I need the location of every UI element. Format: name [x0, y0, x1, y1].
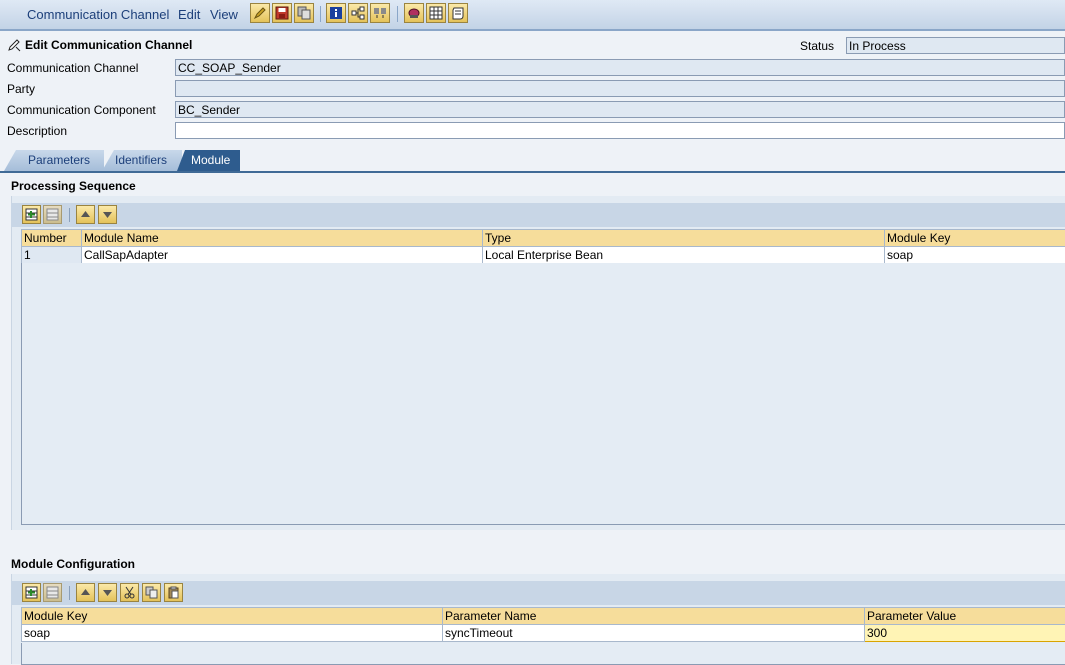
compare-icon[interactable] [370, 3, 390, 23]
column-header-number[interactable]: Number [22, 230, 82, 247]
delete-row-icon[interactable] [43, 205, 62, 224]
where-used-icon[interactable] [348, 3, 368, 23]
history-icon[interactable] [426, 3, 446, 23]
menu-edit[interactable]: Edit [178, 7, 200, 22]
module-configuration-title: Module Configuration [11, 557, 135, 571]
move-up-icon[interactable] [76, 583, 95, 602]
form-title-text: Edit Communication Channel [25, 38, 192, 52]
processing-sequence-title: Processing Sequence [11, 179, 136, 193]
insert-row-icon[interactable] [22, 205, 41, 224]
table-header-row: Number Module Name Type Module Key [22, 230, 1065, 247]
cell-module-key[interactable]: soap [22, 625, 443, 642]
column-header-type[interactable]: Type [483, 230, 885, 247]
cell-number[interactable]: 1 [22, 247, 82, 264]
table-row[interactable]: soap syncTimeout 300 [22, 625, 1065, 642]
save-icon[interactable] [272, 3, 292, 23]
column-header-module-key[interactable]: Module Key [885, 230, 1065, 247]
info-icon[interactable] [326, 3, 346, 23]
communication-channel-label: Communication Channel [7, 61, 138, 75]
communication-component-field: BC_Sender [175, 101, 1065, 118]
config-table-empty-area [21, 643, 1065, 665]
column-header-module-name[interactable]: Module Name [82, 230, 483, 247]
table-header-row: Module Key Parameter Name Parameter Valu… [22, 608, 1065, 625]
copy-icon[interactable] [142, 583, 161, 602]
cell-parameter-name[interactable]: syncTimeout [443, 625, 865, 642]
edit-pencil-icon [7, 38, 21, 52]
toolbar-separator [69, 586, 70, 600]
menu-bar: Communication Channel Edit View [0, 0, 1065, 31]
move-up-icon[interactable] [76, 205, 95, 224]
config-toolbar [11, 581, 1065, 605]
party-field [175, 80, 1065, 97]
tab-bar: Parameters Identifiers Module [0, 150, 1065, 173]
description-input[interactable] [175, 122, 1065, 139]
party-label: Party [7, 82, 35, 96]
processing-sequence-table: Number Module Name Type Module Key 1 Cal… [21, 229, 1065, 264]
menu-communication-channel[interactable]: Communication Channel [27, 7, 169, 22]
tab-parameters[interactable]: Parameters [4, 150, 104, 171]
toolbar-separator [320, 6, 321, 22]
cell-type[interactable]: Local Enterprise Bean [483, 247, 885, 264]
description-label: Description [7, 124, 67, 138]
log-icon[interactable] [448, 3, 468, 23]
processing-toolbar [11, 203, 1065, 227]
edit-icon[interactable] [250, 3, 270, 23]
status-field: In Process [846, 37, 1065, 54]
cell-module-key[interactable]: soap [885, 247, 1065, 264]
delete-icon[interactable] [404, 3, 424, 23]
cut-icon[interactable] [120, 583, 139, 602]
cell-module-name[interactable]: CallSapAdapter [82, 247, 483, 264]
toolbar-separator [397, 6, 398, 22]
module-configuration-table: Module Key Parameter Name Parameter Valu… [21, 607, 1065, 642]
move-down-icon[interactable] [98, 583, 117, 602]
status-label: Status [800, 39, 834, 53]
table-row[interactable]: 1 CallSapAdapter Local Enterprise Bean s… [22, 247, 1065, 264]
column-header-parameter-value[interactable]: Parameter Value [865, 608, 1065, 625]
paste-icon[interactable] [164, 583, 183, 602]
tab-identifiers[interactable]: Identifiers [102, 150, 182, 171]
menu-view[interactable]: View [210, 7, 238, 22]
insert-row-icon[interactable] [22, 583, 41, 602]
communication-component-label: Communication Component [7, 103, 156, 117]
parameter-value-input[interactable]: 300 [865, 625, 1065, 642]
tab-module[interactable]: Module [177, 150, 240, 171]
communication-channel-field: CC_SOAP_Sender [175, 59, 1065, 76]
processing-table-empty-area [21, 263, 1065, 525]
move-down-icon[interactable] [98, 205, 117, 224]
column-header-module-key[interactable]: Module Key [22, 608, 443, 625]
copy-icon[interactable] [294, 3, 314, 23]
delete-row-icon[interactable] [43, 583, 62, 602]
form-title: Edit Communication Channel [7, 38, 192, 52]
toolbar-separator [69, 208, 70, 222]
column-header-parameter-name[interactable]: Parameter Name [443, 608, 865, 625]
